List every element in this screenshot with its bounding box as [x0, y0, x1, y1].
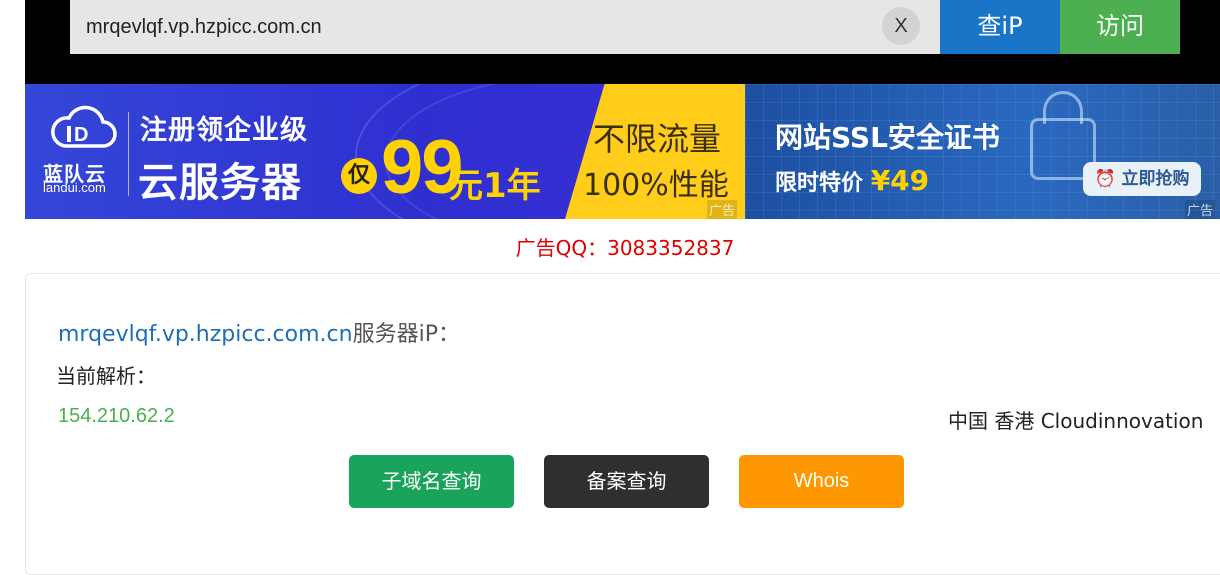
- result-title: mrqevlqf.vp.hzpicc.com.cn服务器iP：: [58, 316, 460, 348]
- ip-location: 中国 香港 Cloudinnovation: [948, 409, 1204, 433]
- ip-address[interactable]: 154.210.62.2: [58, 405, 175, 428]
- domain-search-input[interactable]: [86, 0, 866, 54]
- result-card: mrqevlqf.vp.hzpicc.com.cn服务器iP： 当前解析： 15…: [25, 273, 1220, 575]
- ad-headline: 注册领企业级: [140, 115, 308, 146]
- ad-banner: D 蓝队云 landui.com 注册领企业级 云服务器 仅 99 元1年 不限…: [25, 84, 1220, 219]
- ssl-ad-title: 网站SSL安全证书: [775, 121, 1000, 154]
- buy-now-button[interactable]: ⏰ 立即抢购: [1083, 162, 1201, 196]
- only-badge: 仅: [341, 158, 377, 194]
- ssl-ad-offer: 限时特价 ¥49: [775, 164, 929, 197]
- ad-tag: 广告: [1185, 200, 1216, 219]
- ad-side-line1: 不限流量: [593, 120, 722, 158]
- cloud-logo-icon: D: [51, 105, 117, 148]
- ssl-ad-sub-label: 限时特价: [775, 171, 864, 196]
- search-box: X: [70, 0, 940, 54]
- domain-link[interactable]: mrqevlqf.vp.hzpicc.com.cn: [58, 322, 353, 347]
- cloud-server-ad[interactable]: D 蓝队云 landui.com 注册领企业级 云服务器 仅 99 元1年 不限…: [25, 84, 745, 219]
- alarm-clock-icon: ⏰: [1094, 169, 1116, 189]
- domain-suffix: 服务器iP：: [352, 322, 460, 347]
- visit-button[interactable]: 访问: [1060, 0, 1180, 54]
- ad-tag: 广告: [707, 200, 738, 219]
- ad-side-line2: 100%性能: [583, 168, 729, 203]
- ad-product: 云服务器: [138, 160, 302, 206]
- beian-query-button[interactable]: 备案查询: [544, 455, 709, 508]
- clear-search-button[interactable]: X: [882, 7, 920, 45]
- resolve-label: 当前解析：: [56, 364, 156, 388]
- brand-domain: landui.com: [43, 180, 106, 195]
- ad-price-unit: 元1年: [449, 166, 541, 206]
- svg-text:D: D: [74, 124, 88, 146]
- buy-now-label: 立即抢购: [1121, 169, 1190, 189]
- query-ip-button[interactable]: 查iP: [940, 0, 1060, 54]
- ssl-ad-price: ¥49: [870, 164, 930, 197]
- ssl-certificate-ad[interactable]: 网站SSL安全证书 限时特价 ¥49 ⏰ 立即抢购 广告: [745, 84, 1220, 219]
- whois-button[interactable]: Whois: [739, 455, 904, 508]
- subdomain-query-button[interactable]: 子域名查询: [349, 455, 514, 508]
- ad-contact: 广告QQ：3083352837: [515, 236, 735, 260]
